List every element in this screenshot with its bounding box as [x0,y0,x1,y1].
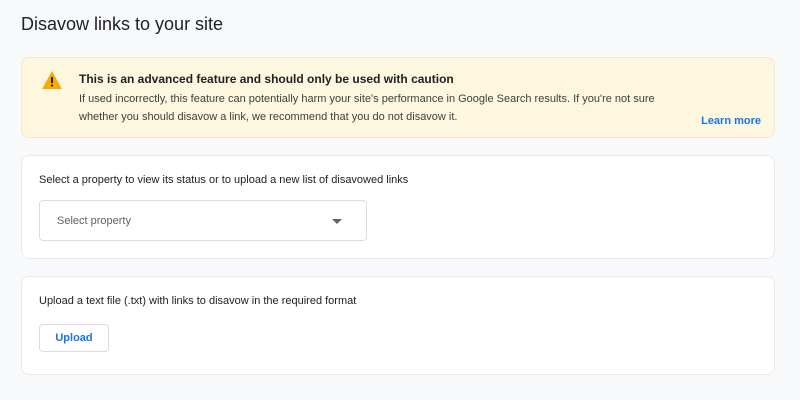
dropdown-caret-icon [332,219,342,224]
caution-banner: This is an advanced feature and should o… [21,57,775,138]
property-card-label: Select a property to view its status or … [39,174,409,186]
upload-button[interactable]: Upload [39,324,109,352]
warning-triangle-icon [42,71,62,89]
page-title: Disavow links to your site [21,14,224,34]
property-select[interactable]: Select property [39,200,367,241]
upload-card-label: Upload a text file (.txt) with links to … [39,295,357,307]
caution-title: This is an advanced feature and should o… [79,72,454,86]
property-card: Select a property to view its status or … [21,155,775,259]
learn-more-link[interactable]: Learn more [701,113,761,129]
disavow-links-page: Disavow links to your site This is an ad… [0,0,800,400]
caution-description: If used incorrectly, this feature can po… [79,93,655,123]
property-select-placeholder: Select property [57,215,131,227]
upload-card: Upload a text file (.txt) with links to … [21,276,775,375]
